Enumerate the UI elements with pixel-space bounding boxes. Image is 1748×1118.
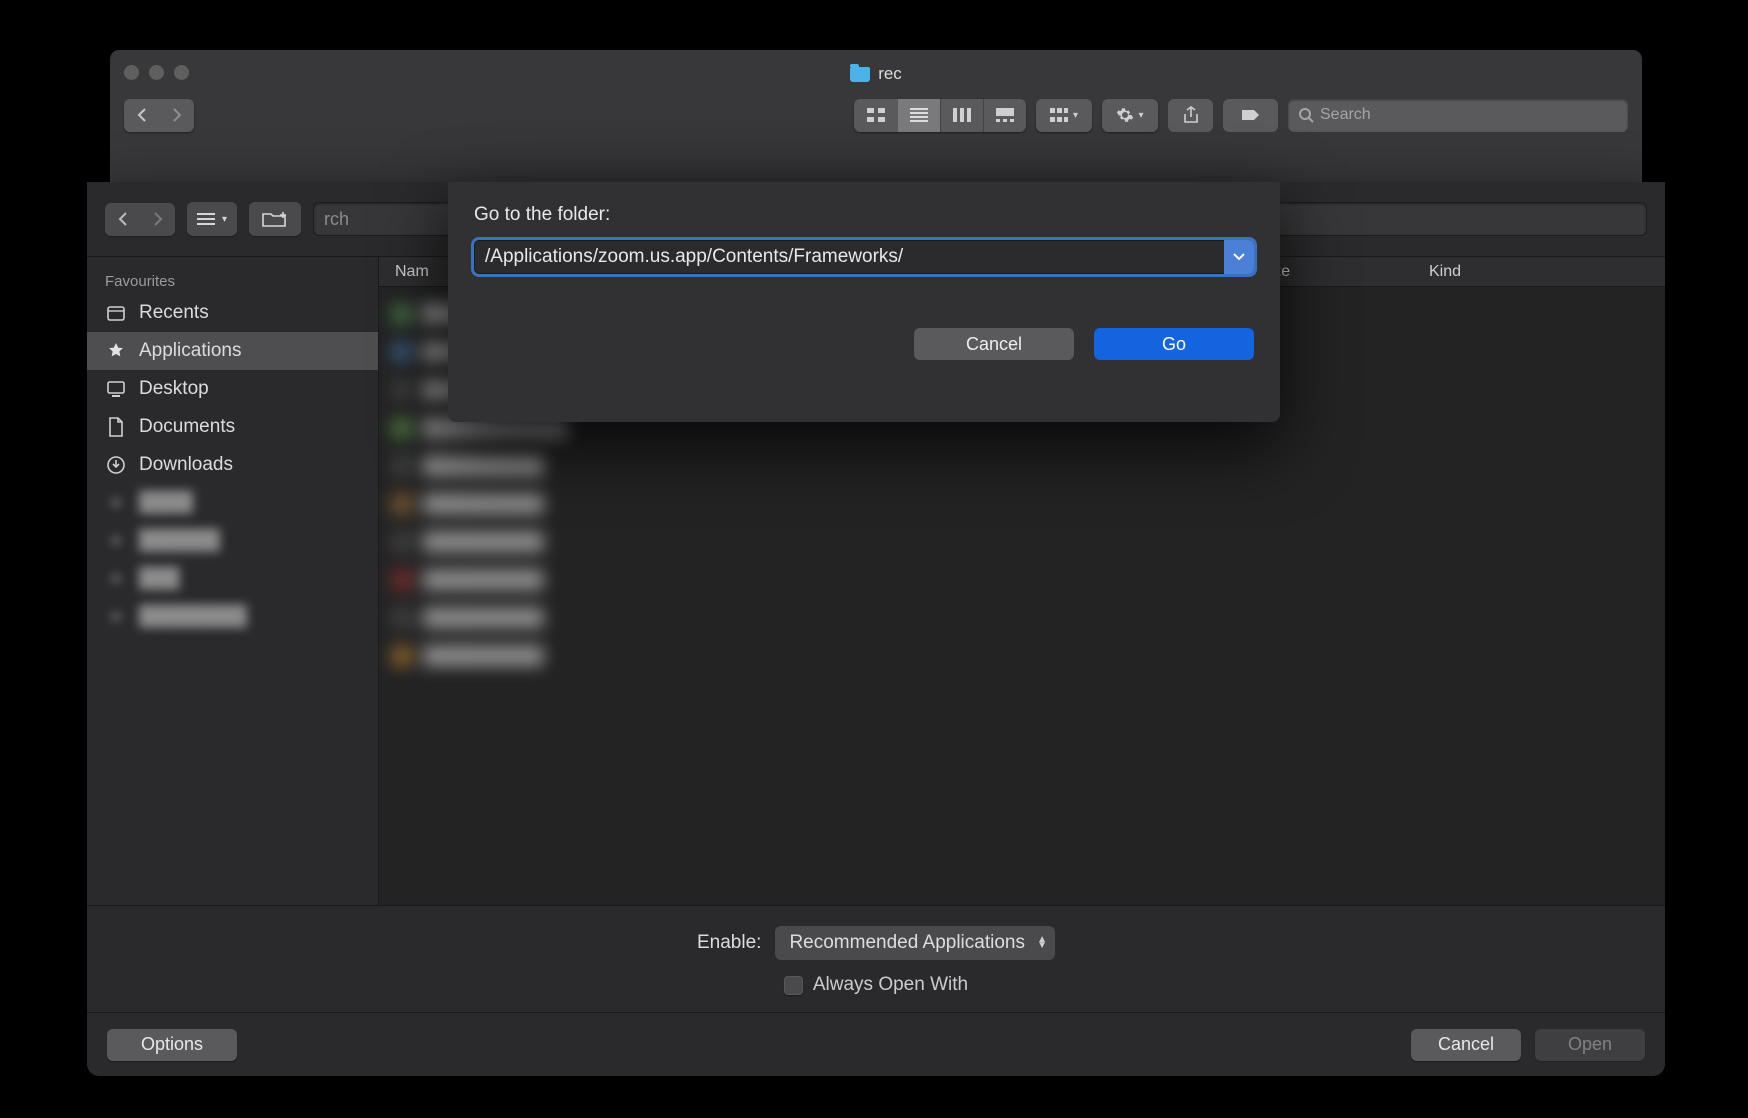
applications-icon: [105, 340, 127, 362]
enable-label: Enable:: [697, 932, 761, 954]
sidebar-item-label: Applications: [139, 340, 241, 362]
sidebar-item-documents[interactable]: Documents: [87, 408, 378, 446]
enable-popup[interactable]: Recommended Applications ▲▼: [775, 926, 1055, 960]
panel-options: Enable: Recommended Applications ▲▼ Alwa…: [87, 905, 1665, 1012]
sidebar-item-blurred: ●███: [87, 560, 378, 598]
close-window-button[interactable]: [124, 65, 139, 80]
sidebar-item-downloads[interactable]: Downloads: [87, 446, 378, 484]
sidebar-section-label: Favourites: [87, 267, 378, 294]
view-mode-segment[interactable]: [854, 99, 1026, 132]
column-view-button[interactable]: [940, 99, 983, 132]
options-label: Options: [141, 1034, 203, 1055]
chevron-left-icon[interactable]: [124, 99, 159, 132]
options-button[interactable]: Options: [107, 1029, 237, 1061]
enable-value: Recommended Applications: [789, 932, 1025, 954]
desktop-icon: [105, 378, 127, 400]
goto-cancel-button[interactable]: Cancel: [914, 328, 1074, 360]
chevron-down-icon: [1233, 253, 1245, 261]
document-icon: [105, 416, 127, 438]
finder-window: rec ▾ ▾ Sear: [110, 50, 1642, 182]
panel-back-forward[interactable]: [105, 203, 175, 236]
sidebar-item-label: Desktop: [139, 378, 209, 400]
cancel-label: Cancel: [966, 334, 1022, 355]
panel-footer: Options Cancel Open: [87, 1012, 1665, 1076]
download-icon: [105, 454, 127, 476]
grid-icon[interactable]: ▾: [1036, 99, 1092, 132]
goto-title: Go to the folder:: [474, 204, 1254, 226]
search-placeholder: Search: [1320, 106, 1371, 124]
cancel-label: Cancel: [1438, 1034, 1494, 1055]
share-button[interactable]: [1168, 99, 1213, 132]
arrange-menu[interactable]: ▾: [1036, 99, 1092, 132]
icon-view-button[interactable]: [854, 99, 897, 132]
chevron-right-icon[interactable]: [159, 99, 194, 132]
folder-icon: [850, 67, 870, 82]
sidebar-item-label: Recents: [139, 302, 209, 324]
goto-path-combobox[interactable]: [474, 240, 1254, 274]
open-button[interactable]: Open: [1535, 1029, 1645, 1061]
always-open-label: Always Open With: [813, 974, 968, 996]
finder-titlebar: rec: [110, 50, 1642, 94]
sidebar-item-applications[interactable]: Applications: [87, 332, 378, 370]
column-kind[interactable]: Kind: [1429, 263, 1665, 281]
sidebar-item-blurred: ●████: [87, 484, 378, 522]
search-placeholder: rch: [324, 209, 349, 230]
finder-back-forward[interactable]: [124, 99, 194, 132]
finder-search-field[interactable]: Search: [1288, 99, 1628, 132]
tags-button[interactable]: [1223, 99, 1278, 132]
gallery-view-button[interactable]: [983, 99, 1026, 132]
zoom-window-button[interactable]: [174, 65, 189, 80]
sidebar-item-blurred: ●████████: [87, 598, 378, 636]
minimize-window-button[interactable]: [149, 65, 164, 80]
search-icon: [1298, 107, 1314, 123]
view-mode-popup[interactable]: ▾: [187, 202, 237, 236]
goto-go-button[interactable]: Go: [1094, 328, 1254, 360]
list-view-button[interactable]: [897, 99, 940, 132]
action-menu[interactable]: ▾: [1102, 99, 1158, 132]
sidebar-item-label: Downloads: [139, 454, 233, 476]
finder-toolbar: ▾ ▾ Search: [110, 94, 1642, 146]
sidebar-item-blurred: ●██████: [87, 522, 378, 560]
sidebar-item-desktop[interactable]: Desktop: [87, 370, 378, 408]
sidebar: Favourites Recents Applications Desktop …: [87, 257, 379, 905]
cancel-button[interactable]: Cancel: [1411, 1029, 1521, 1061]
window-controls: [124, 65, 189, 80]
column-size[interactable]: Size: [1259, 263, 1429, 281]
new-folder-button[interactable]: [249, 202, 301, 236]
goto-history-dropdown[interactable]: [1224, 240, 1254, 274]
sidebar-item-label: Documents: [139, 416, 235, 438]
gear-icon[interactable]: ▾: [1102, 99, 1158, 132]
goto-path-input[interactable]: [474, 240, 1224, 274]
chevron-left-icon[interactable]: [105, 203, 140, 236]
clock-icon: [105, 302, 127, 324]
updown-icon: ▲▼: [1037, 937, 1047, 949]
open-label: Open: [1568, 1034, 1612, 1055]
always-open-checkbox[interactable]: [784, 976, 803, 995]
finder-title: rec: [878, 64, 902, 84]
go-label: Go: [1162, 334, 1186, 355]
folder-plus-icon: [262, 210, 288, 228]
chevron-right-icon[interactable]: [140, 203, 175, 236]
goto-folder-sheet: Go to the folder: Cancel Go: [448, 182, 1280, 422]
sidebar-item-recents[interactable]: Recents: [87, 294, 378, 332]
